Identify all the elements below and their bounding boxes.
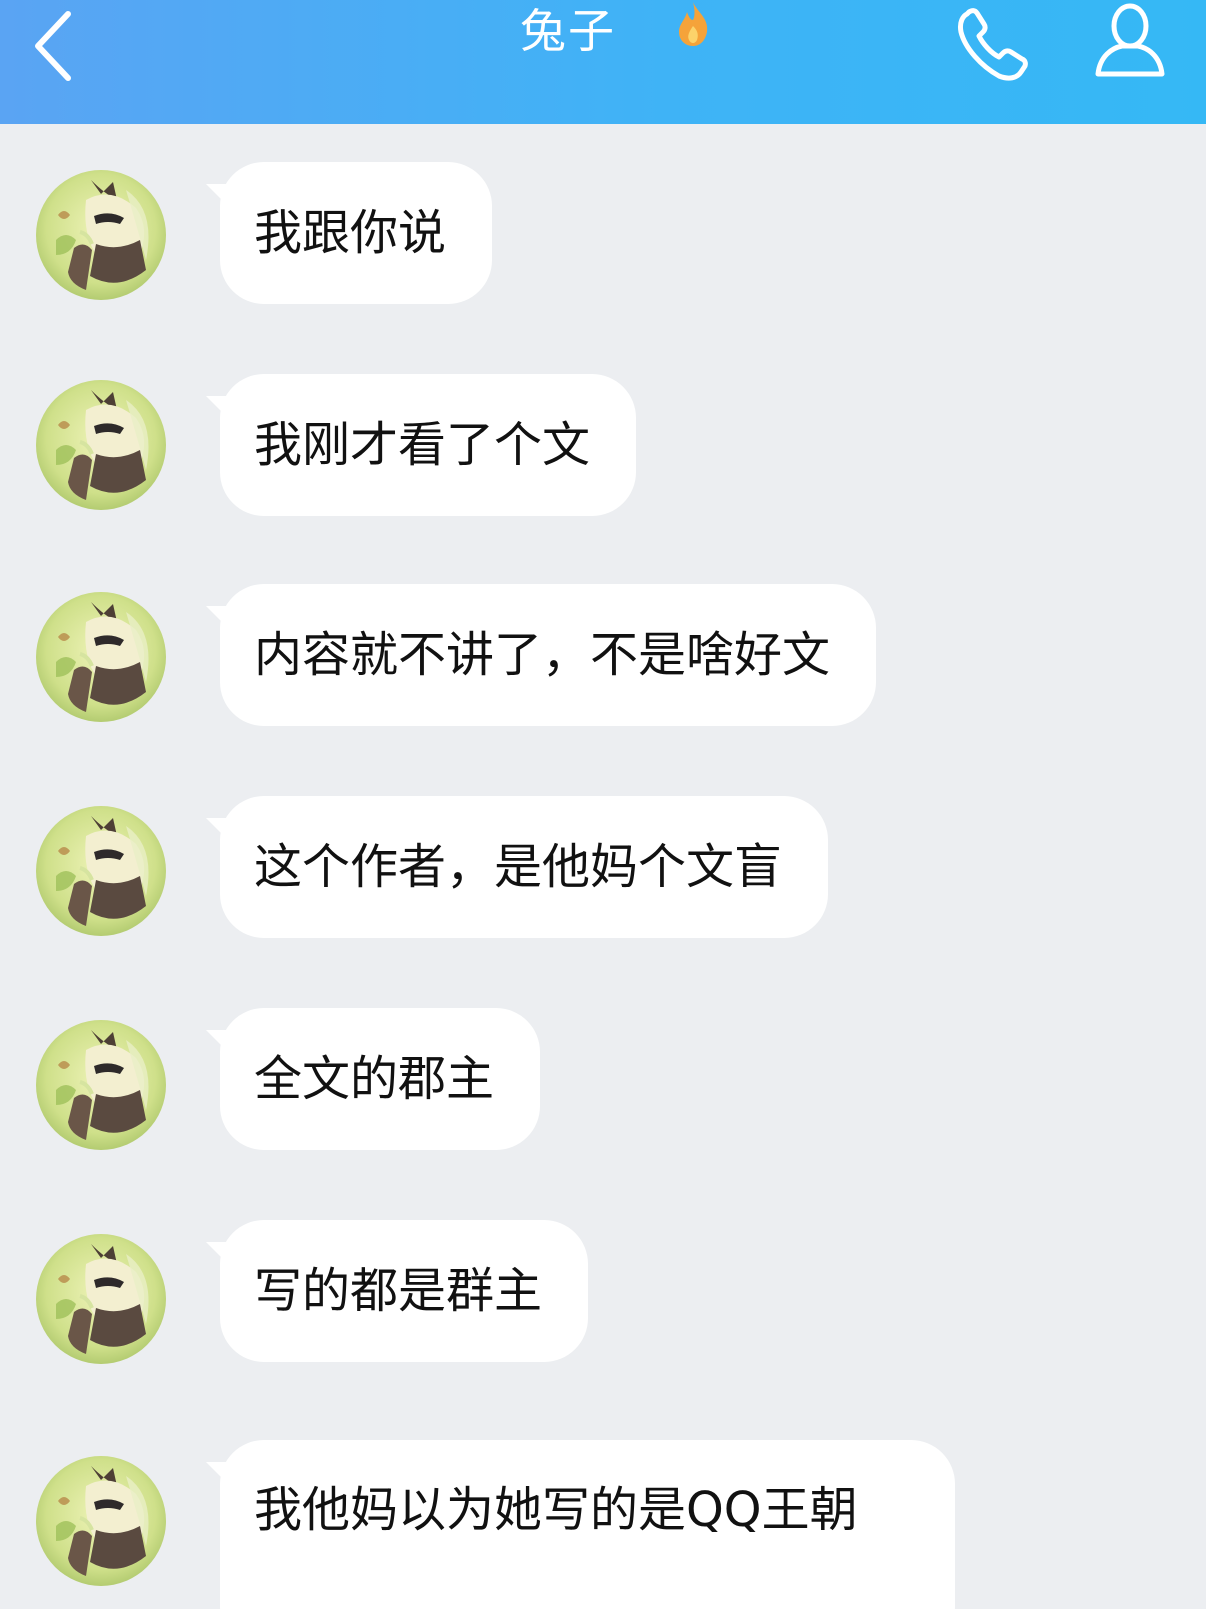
- message-bubble[interactable]: 写的都是群主: [220, 1220, 589, 1362]
- contact-status: [505, 72, 695, 102]
- message-bubble[interactable]: 全文的郡主: [220, 1008, 541, 1150]
- avatar[interactable]: [36, 1020, 166, 1150]
- message-bubble[interactable]: 内容就不讲了，不是啥好文: [220, 584, 877, 726]
- message-bubble[interactable]: 我刚才看了个文: [220, 374, 637, 516]
- message-bubble[interactable]: 我他妈以为她写的是QQ王朝: [220, 1440, 955, 1609]
- voice-call-button[interactable]: [953, 4, 1037, 84]
- chat-header: 兔子: [0, 0, 1206, 124]
- phone-icon: [958, 8, 1028, 81]
- avatar[interactable]: [36, 170, 166, 300]
- avatar[interactable]: [36, 380, 166, 510]
- message-text: 写的都是群主: [254, 1263, 543, 1319]
- message-text: 我刚才看了个文: [254, 417, 591, 473]
- avatar[interactable]: [36, 592, 166, 722]
- message-text: 我他妈以为她写的是QQ王朝: [254, 1482, 858, 1538]
- message-text: 我跟你说: [254, 205, 447, 261]
- message-text: 全文的郡主: [254, 1051, 495, 1107]
- fire-icon: [671, 0, 715, 48]
- message-bubble[interactable]: 这个作者，是他妈个文盲: [220, 796, 829, 938]
- avatar[interactable]: [36, 806, 166, 936]
- message-text: 内容就不讲了，不是啥好文: [254, 627, 831, 683]
- message-list[interactable]: 我跟你说 我刚才看了个文 内容就不讲了，不是啥好文 这个作者，是他妈个文盲 全文: [0, 124, 1206, 1609]
- message-text: 这个作者，是他妈个文盲: [254, 839, 783, 895]
- chevron-left-icon: [35, 11, 71, 81]
- avatar[interactable]: [36, 1456, 166, 1586]
- avatar[interactable]: [36, 1234, 166, 1364]
- contact-name: 兔子: [520, 4, 616, 58]
- back-button[interactable]: [22, 6, 92, 86]
- profile-icon: [1095, 3, 1165, 77]
- contact-profile-button[interactable]: [1090, 2, 1170, 78]
- message-bubble[interactable]: 我跟你说: [220, 162, 493, 304]
